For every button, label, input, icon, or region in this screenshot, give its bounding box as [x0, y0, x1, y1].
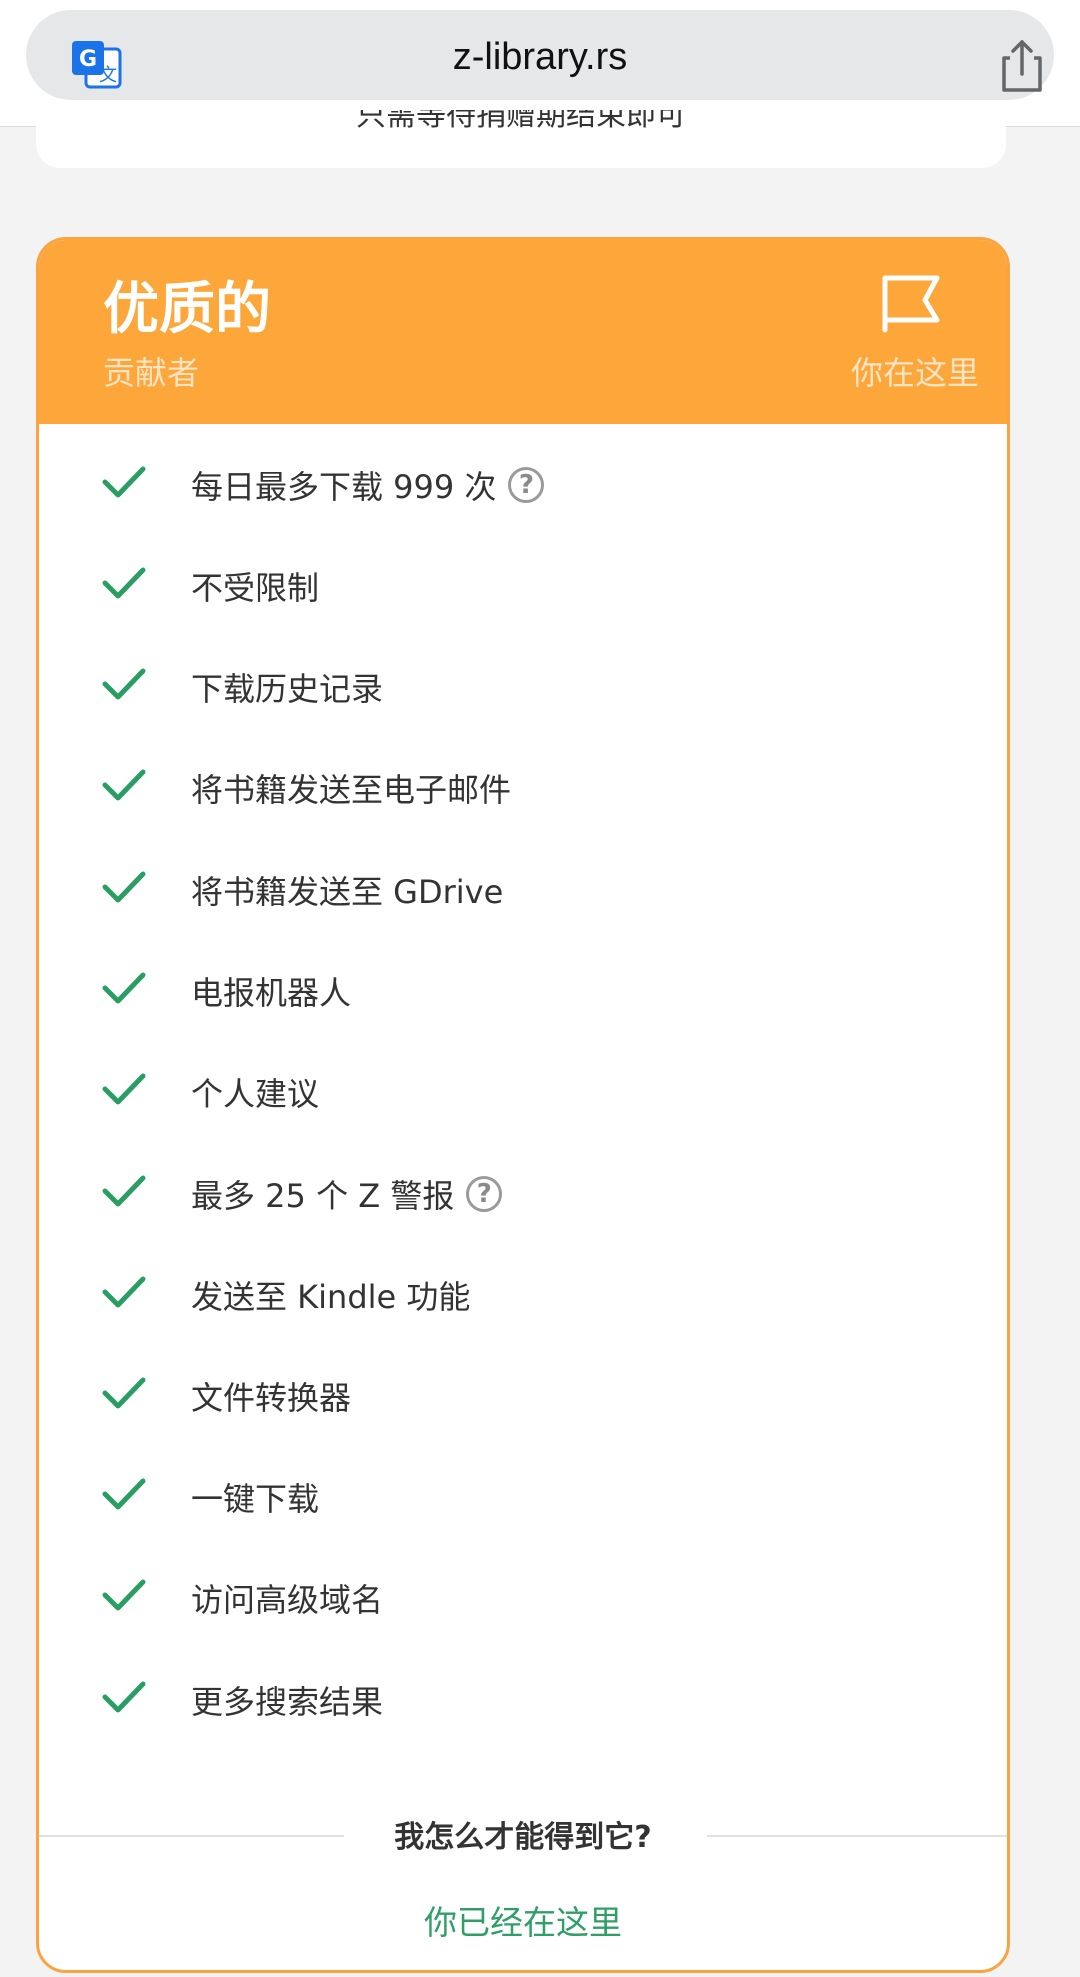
check-icon [102, 972, 146, 1004]
check-icon [102, 668, 146, 700]
feature-item: 将书籍发送至 GDrive [39, 849, 1007, 929]
feature-text: 每日最多下载 999 次? [191, 462, 545, 508]
feature-item: 发送至 Kindle 功能 [39, 1254, 1007, 1334]
check-icon [102, 871, 146, 903]
flag-icon [882, 275, 940, 333]
check-icon [102, 1073, 146, 1105]
browser-toolbar: G 文 z-library.rs [0, 0, 1080, 127]
how-to-get-heading: 我怎么才能得到它? [394, 1820, 652, 1855]
feature-text: 访问高级域名 [191, 1581, 384, 1619]
premium-plan-card: 优质的 贡献者 你在这里 每日最多下载 999 次? 不受限制 下载历史记录 将… [36, 237, 1010, 1973]
feature-text: 最多 25 个 Z 警报? [191, 1171, 503, 1217]
check-icon [102, 1579, 146, 1611]
share-icon[interactable] [996, 38, 1048, 94]
check-icon [102, 567, 146, 599]
check-icon [102, 769, 146, 801]
feature-text: 将书籍发送至 GDrive [191, 873, 504, 911]
feature-text: 不受限制 [191, 569, 320, 607]
feature-item: 更多搜索结果 [39, 1659, 1007, 1739]
feature-item: 电报机器人 [39, 950, 1007, 1030]
feature-text: 文件转换器 [191, 1379, 352, 1417]
previous-plan-card: 只需等待捐赠期结束即可 [36, 110, 1006, 168]
feature-text: 发送至 Kindle 功能 [191, 1278, 471, 1316]
feature-item: 最多 25 个 Z 警报? [39, 1153, 1007, 1233]
feature-text: 电报机器人 [191, 974, 352, 1012]
plan-subtitle: 贡献者 [103, 354, 200, 392]
feature-item: 每日最多下载 999 次? [39, 444, 1007, 524]
feature-item: 访问高级域名 [39, 1557, 1007, 1637]
feature-text: 下载历史记录 [191, 670, 384, 708]
feature-item: 不受限制 [39, 545, 1007, 625]
feature-text: 更多搜索结果 [191, 1683, 384, 1721]
previous-card-text: 只需等待捐赠期结束即可 [356, 110, 686, 133]
feature-text: 将书籍发送至电子邮件 [191, 771, 512, 809]
current-plan-label: 你在这里 [850, 354, 979, 392]
check-icon [102, 466, 146, 498]
plan-header: 优质的 贡献者 你在这里 [39, 240, 1007, 424]
feature-item: 文件转换器 [39, 1355, 1007, 1435]
check-icon [102, 1377, 146, 1409]
plan-title: 优质的 [103, 277, 271, 342]
help-icon[interactable]: ? [508, 467, 545, 503]
check-icon [102, 1478, 146, 1510]
check-icon [102, 1681, 146, 1713]
feature-text: 个人建议 [191, 1075, 320, 1113]
check-icon [102, 1175, 146, 1207]
feature-text: 一键下载 [191, 1480, 320, 1518]
current-plan-link[interactable]: 你已经在这里 [39, 1896, 1007, 1944]
feature-item: 将书籍发送至电子邮件 [39, 747, 1007, 827]
help-icon[interactable]: ? [466, 1176, 503, 1212]
feature-item: 下载历史记录 [39, 646, 1007, 726]
address-bar[interactable]: G 文 z-library.rs [26, 10, 1054, 100]
url-text[interactable]: z-library.rs [26, 36, 1054, 79]
feature-item: 个人建议 [39, 1051, 1007, 1131]
feature-item: 一键下载 [39, 1456, 1007, 1536]
check-icon [102, 1276, 146, 1308]
